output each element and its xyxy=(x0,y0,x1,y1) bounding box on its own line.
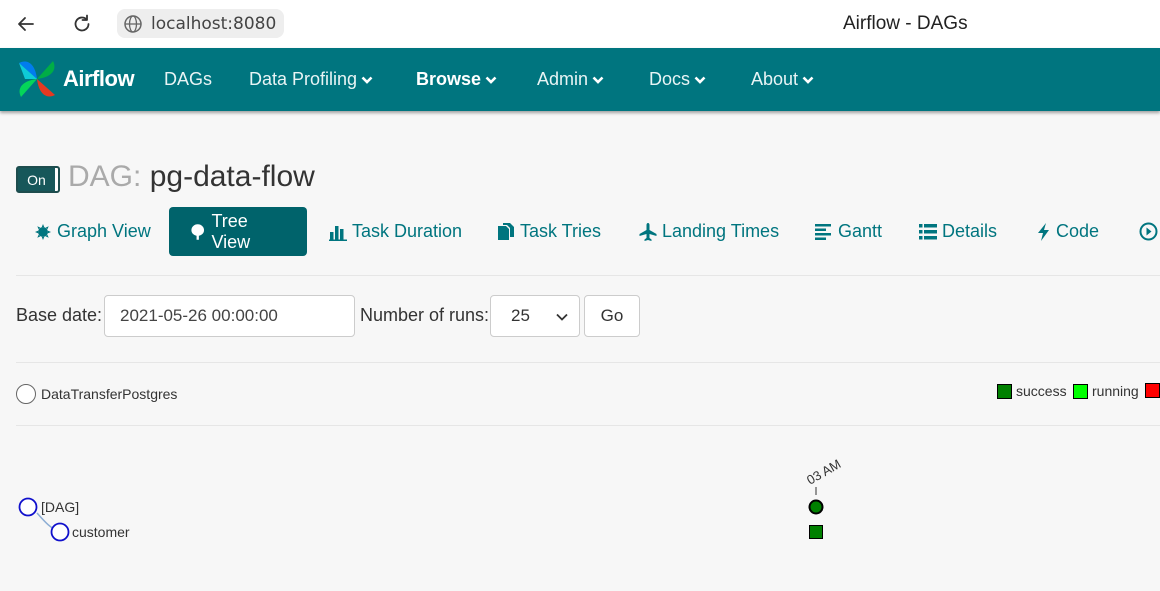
align-left-icon xyxy=(815,223,831,240)
duplicate-icon xyxy=(498,222,514,240)
arrow-left-icon xyxy=(18,17,34,31)
tab-code[interactable]: Code xyxy=(1037,207,1099,256)
plane-icon xyxy=(639,222,657,241)
legend-failed xyxy=(1145,383,1160,398)
asterisk-icon xyxy=(35,223,51,240)
nav-label: Browse xyxy=(416,69,482,89)
chevron-down-icon xyxy=(485,76,497,84)
run-time-label: 03 AM xyxy=(804,456,843,487)
play-circle-icon xyxy=(1139,222,1158,241)
airflow-pinwheel-logo xyxy=(19,61,55,97)
address-bar[interactable]: localhost:8080 xyxy=(117,9,285,38)
dag-heading: DAG: pg-data-flow xyxy=(68,160,315,194)
tree-icon xyxy=(191,223,205,240)
url-text: localhost:8080 xyxy=(151,13,277,34)
back-button[interactable] xyxy=(11,9,41,39)
running-swatch xyxy=(1073,383,1088,399)
legend-label: running xyxy=(1092,383,1139,399)
dag-node[interactable] xyxy=(18,497,38,517)
divider xyxy=(16,275,1160,276)
base-date-input[interactable] xyxy=(104,295,355,337)
tab-label: Gantt xyxy=(838,221,883,241)
reload-button[interactable] xyxy=(67,9,97,39)
tab-label: Task Duration xyxy=(352,221,463,241)
airflow-navbar: Airflow DAGs Data Profiling Browse Admin… xyxy=(0,48,1160,111)
page-title: Airflow - DAGs xyxy=(843,13,968,34)
divider xyxy=(16,425,1160,426)
tree-view-canvas: [DAG] customer 03 AM xyxy=(18,456,843,542)
failed-swatch xyxy=(1145,383,1160,398)
nav-label: Docs xyxy=(649,69,691,89)
success-swatch xyxy=(997,383,1012,399)
nav-data-profiling[interactable]: Data Profiling xyxy=(249,69,373,90)
list-icon xyxy=(919,223,937,239)
tab-label: Task Tries xyxy=(520,221,602,241)
dag-node-label: [DAG] xyxy=(41,499,79,515)
nav-admin[interactable]: Admin xyxy=(537,69,604,90)
base-date-label: Base date: xyxy=(16,305,103,325)
nav-about[interactable]: About xyxy=(751,69,814,90)
nav-label: DAGs xyxy=(164,69,213,89)
nav-label: Data Profiling xyxy=(249,69,358,89)
legend-success: success xyxy=(997,383,1067,399)
tab-label: Details xyxy=(942,221,998,241)
num-runs-value: 25 xyxy=(511,306,530,325)
task-instance-status[interactable] xyxy=(809,525,823,539)
tab-more[interactable] xyxy=(1139,207,1158,256)
tab-details[interactable]: Details xyxy=(919,207,997,256)
chevron-down-icon xyxy=(592,76,604,84)
legend-label: success xyxy=(1016,383,1067,399)
chevron-down-icon xyxy=(556,313,568,321)
task-node-customer[interactable] xyxy=(50,522,70,542)
tab-tree-view[interactable]: Tree View xyxy=(169,207,307,256)
brand-name: Airflow xyxy=(63,66,135,91)
tab-landing-times[interactable]: Landing Times xyxy=(639,207,779,256)
browser-toolbar: localhost:8080 Airflow - DAGs xyxy=(0,0,1160,48)
globe-icon xyxy=(124,14,142,33)
nav-label: About xyxy=(751,69,799,89)
airflow-brand[interactable]: Airflow xyxy=(15,57,135,101)
tab-task-duration[interactable]: Task Duration xyxy=(329,207,462,256)
chevron-down-icon xyxy=(802,76,814,84)
tab-graph-view[interactable]: Graph View xyxy=(34,207,151,256)
dag-prefix: DAG: xyxy=(68,160,142,193)
num-runs-label: Number of runs: xyxy=(360,305,490,325)
nav-docs[interactable]: Docs xyxy=(649,69,706,90)
divider xyxy=(16,362,1160,363)
legend-running: running xyxy=(1073,383,1139,399)
task-node-label: customer xyxy=(72,524,130,540)
bar-chart-icon xyxy=(329,225,347,241)
chevron-down-icon xyxy=(361,76,373,84)
toggle-on-label: On xyxy=(18,168,55,191)
tab-label: Landing Times xyxy=(662,221,780,241)
dag-pause-toggle[interactable]: On xyxy=(16,166,60,193)
chevron-down-icon xyxy=(694,76,706,84)
tab-gantt[interactable]: Gantt xyxy=(815,207,882,256)
reload-icon xyxy=(74,14,90,32)
nav-label: Admin xyxy=(537,69,589,89)
operator-radio[interactable] xyxy=(16,384,36,404)
tab-task-tries[interactable]: Task Tries xyxy=(497,207,601,256)
tab-label: Tree View xyxy=(211,210,251,252)
dag-name: pg-data-flow xyxy=(149,160,315,193)
tab-label: Code xyxy=(1056,221,1100,241)
tab-label: Graph View xyxy=(57,221,151,241)
nav-browse[interactable]: Browse xyxy=(416,69,497,90)
num-runs-select[interactable]: 25 xyxy=(490,295,580,337)
flash-icon xyxy=(1038,222,1049,241)
dag-run-status[interactable] xyxy=(808,499,824,515)
nav-dags[interactable]: DAGs xyxy=(164,69,212,90)
go-button[interactable]: Go xyxy=(584,295,640,337)
operator-label: DataTransferPostgres xyxy=(41,386,178,402)
